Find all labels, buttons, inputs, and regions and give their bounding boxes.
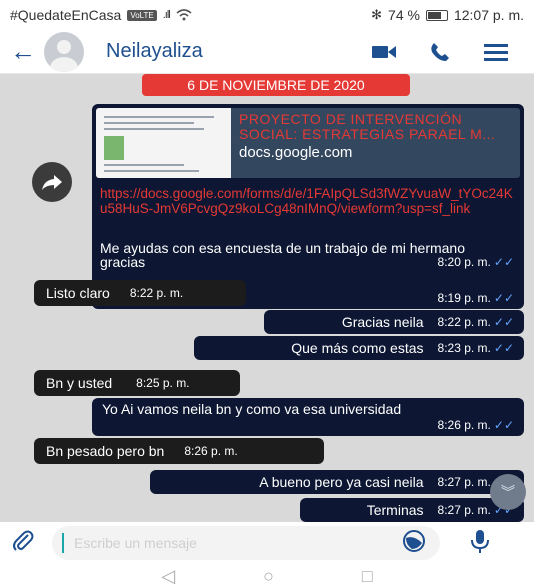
paperclip-icon[interactable]: [10, 528, 36, 559]
message-time: 8:27 p. m.: [437, 475, 491, 489]
double-check-icon: ✓✓: [493, 341, 514, 355]
preview-thumbnail: [96, 108, 231, 178]
message-input[interactable]: Escribe un mensaje: [52, 526, 440, 560]
message-bubble[interactable]: A bueno pero ya casi neila 8:27 p. m.✓✓: [150, 470, 524, 494]
message-time: 8:22 p. m.: [129, 286, 184, 300]
message-bubble[interactable]: Me ayudas con esa encuesta de un trabajo…: [92, 238, 524, 272]
message-time: 8:22 p. m.: [437, 315, 491, 329]
message-text: Listo claro: [46, 285, 110, 301]
message-bubble[interactable]: Bn y usted 8:25 p. m.: [34, 370, 240, 396]
battery-icon: [425, 9, 448, 21]
double-check-icon: ✓✓: [493, 255, 514, 269]
message-bubble[interactable]: Gracias neila 8:22 p. m. ✓✓: [264, 310, 524, 334]
share-arrow-icon[interactable]: [32, 162, 72, 202]
battery-percent: 74 %: [388, 7, 420, 23]
home-circle-icon[interactable]: ○: [263, 566, 274, 587]
message-bubble[interactable]: Yo Ai vamos neila bn y como va esa unive…: [92, 398, 524, 436]
message-text: A bueno pero ya casi neila: [259, 474, 424, 490]
message-text: Bn y usted: [46, 375, 113, 391]
message-text: Terminas: [366, 502, 424, 518]
message-time: 8:19 p. m. ✓✓: [438, 291, 514, 305]
message-bubble[interactable]: Que más como estas 8:23 p. m. ✓✓: [194, 336, 524, 360]
message-text: Bn pesado pero bn: [46, 443, 165, 459]
hamburger-menu-icon[interactable]: [468, 43, 524, 61]
text-cursor: [62, 533, 64, 553]
double-check-icon: ✓✓: [493, 291, 514, 305]
avatar[interactable]: [44, 31, 84, 72]
message-time: 8:20 p. m. ✓✓: [437, 255, 514, 269]
microphone-icon[interactable]: [470, 528, 490, 559]
link-preview-title: PROYECTO DE INTERVENCIÓN SOCIAL: ESTRATE…: [239, 111, 496, 142]
double-check-icon: ✓✓: [493, 315, 514, 329]
wifi-icon: [176, 9, 192, 21]
message-time: 8:23 p. m.: [437, 341, 491, 355]
message-text: Que más como estas: [291, 340, 424, 356]
chat-area[interactable]: 6 DE NOVIEMBRE DE 2020 PROYECTO DE INTER…: [0, 74, 534, 522]
link-preview[interactable]: PROYECTO DE INTERVENCIÓN SOCIAL: ESTRATE…: [96, 108, 520, 178]
back-triangle-icon[interactable]: ◁: [161, 566, 175, 587]
video-camera-icon[interactable]: [356, 44, 412, 60]
status-bar: #QuedateEnCasa VoLTE .ıll ✻ 74 % 12:07 p…: [0, 0, 534, 30]
status-right: ✻ 74 % 12:07 p. m.: [371, 7, 524, 23]
bluetooth-icon: ✻: [371, 7, 383, 22]
message-text: Gracias neila: [341, 314, 424, 330]
message-time: 8:27 p. m.: [437, 503, 491, 517]
message-time: 8:26 p. m.: [184, 444, 238, 458]
message-time: 8:25 p. m.: [136, 376, 190, 390]
signal-icon: .ıll: [162, 9, 171, 21]
system-nav-bar: ◁ ○ □: [0, 564, 534, 588]
phone-icon[interactable]: [412, 41, 468, 63]
arrow-left-icon[interactable]: ←: [10, 36, 40, 67]
link-message[interactable]: PROYECTO DE INTERVENCIÓN SOCIAL: ESTRATE…: [92, 104, 524, 309]
message-bubble[interactable]: Terminas 8:27 p. m. ✓✓: [300, 498, 524, 522]
status-hashtag: #QuedateEnCasa: [10, 7, 122, 23]
status-time: 12:07 p. m.: [453, 7, 524, 23]
message-text: Yo Ai vamos neila bn y como va esa unive…: [102, 401, 402, 417]
message-time: 8:26 p. m. ✓✓: [437, 418, 514, 432]
contact-name[interactable]: Neilayaliza: [106, 40, 356, 63]
volte-badge: VoLTE: [127, 9, 157, 21]
message-time-text: 8:19 p. m.: [437, 291, 491, 305]
message-input-placeholder: Escribe un mensaje: [74, 535, 197, 551]
double-check-icon: ✓✓: [493, 418, 514, 432]
chevron-double-down-icon[interactable]: ︾: [490, 474, 526, 510]
status-left: #QuedateEnCasa VoLTE .ıll: [10, 7, 192, 23]
link-url[interactable]: https://docs.google.com/forms/d/e/1FAIpQ…: [96, 178, 520, 216]
message-input-bar: Escribe un mensaje: [0, 522, 534, 564]
message-bubble[interactable]: Bn pesado pero bn 8:26 p. m.: [34, 438, 324, 464]
chat-header: ← Neilayaliza: [0, 30, 534, 74]
sticker-icon[interactable]: [402, 529, 426, 558]
link-preview-domain: docs.google.com: [239, 144, 353, 161]
recents-square-icon[interactable]: □: [362, 566, 373, 587]
message-bubble[interactable]: Listo claro 8:22 p. m.: [34, 280, 246, 306]
date-separator: 6 DE NOVIEMBRE DE 2020: [142, 74, 410, 96]
